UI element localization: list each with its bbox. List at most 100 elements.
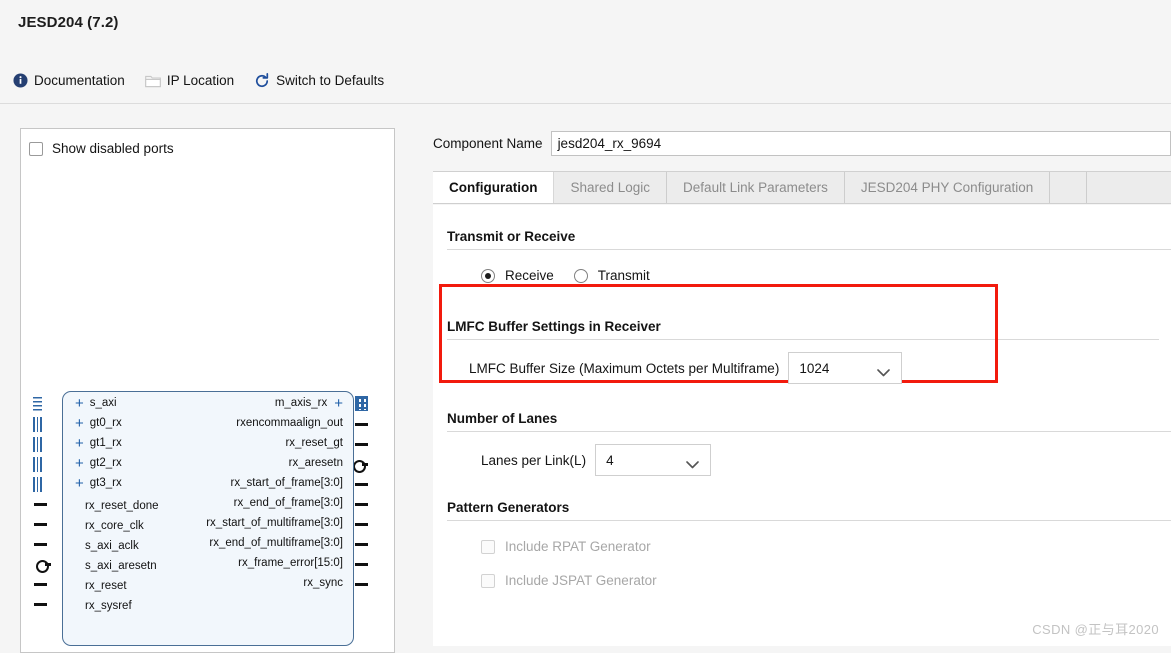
expand-plus-icon[interactable]: + — [75, 416, 84, 431]
port-s-axi[interactable]: + s_axi — [75, 393, 117, 413]
radio-receive[interactable] — [481, 268, 495, 283]
port-label: rx_sysref — [85, 600, 132, 612]
checkbox-box — [481, 539, 495, 554]
lanes-per-link-label: Lanes per Link(L) — [481, 452, 587, 468]
port-label: s_axi_aresetn — [85, 560, 157, 572]
transmit-or-receive-section: Transmit or Receive Receive Transmit — [433, 205, 1171, 283]
section-title-pattern-generators: Pattern Generators — [447, 500, 570, 515]
switch-to-defaults-button[interactable]: Switch to Defaults — [254, 72, 385, 89]
port-gt0-rx[interactable]: + gt0_rx — [75, 413, 122, 433]
port-label: gt1_rx — [89, 437, 122, 449]
pin-marker-rxencommaalign-out — [355, 423, 368, 426]
lanes-per-link-row: Lanes per Link(L) 4 — [433, 432, 1171, 476]
port-label: rx_reset — [85, 580, 127, 592]
section-title-lmfc: LMFC Buffer Settings in Receiver — [447, 319, 661, 334]
pin-marker-rx-end-of-multiframe — [355, 543, 368, 546]
app-header: JESD204 (7.2) — [0, 0, 1171, 58]
pin-marker-rx-reset-gt — [355, 443, 368, 446]
radio-transmit[interactable] — [573, 268, 588, 283]
radio-receive-label: Receive — [505, 268, 554, 283]
port-label: rx_start_of_multiframe[3:0] — [206, 517, 343, 529]
tab-jesd204-phy-configuration[interactable]: JESD204 PHY Configuration — [845, 172, 1051, 203]
pin-marker-s-axi-aresetn — [36, 558, 51, 573]
port-s-axi-aclk: s_axi_aclk — [85, 536, 139, 556]
section-title-number-of-lanes: Number of Lanes — [447, 411, 558, 426]
port-rx-end-of-multiframe: rx_end_of_multiframe[3:0] — [209, 533, 343, 553]
pin-marker-rx-start-of-frame — [355, 483, 368, 486]
port-rx-aresetn: rx_aresetn — [289, 453, 343, 473]
show-disabled-ports-label: Show disabled ports — [52, 141, 174, 156]
port-gt3-rx[interactable]: + gt3_rx — [75, 473, 122, 493]
number-of-lanes-section: Number of Lanes Lanes per Link(L) 4 — [433, 384, 1171, 476]
include-rpat-generator-label: Include RPAT Generator — [505, 539, 651, 554]
checkbox-box — [481, 573, 495, 588]
lmfc-buffer-section: LMFC Buffer Settings in Receiver LMFC Bu… — [433, 283, 1171, 384]
port-label: rxencommaalign_out — [236, 417, 343, 429]
port-label: rx_sync — [303, 577, 343, 589]
info-icon — [12, 73, 28, 89]
tab-configuration[interactable]: Configuration — [433, 172, 555, 203]
port-rxencommaalign-out: rxencommaalign_out — [236, 413, 343, 433]
configuration-panel: Component Name jesd204_rx_9694 Configura… — [415, 128, 1171, 646]
expand-plus-icon[interactable]: + — [334, 396, 343, 411]
include-jspat-generator-label: Include JSPAT Generator — [505, 573, 657, 588]
watermark: CSDN @正与耳2020 — [1032, 622, 1159, 637]
switch-to-defaults-label: Switch to Defaults — [276, 73, 385, 88]
include-jspat-generator-checkbox[interactable]: Include JSPAT Generator — [433, 554, 1171, 588]
tab-label: Shared Logic — [570, 180, 651, 195]
toolbar: Documentation IP Location Switch to Defa… — [0, 58, 1171, 104]
port-label: rx_core_clk — [85, 520, 144, 532]
pin-marker-rx-start-of-multiframe — [355, 523, 368, 526]
tab-label: Configuration — [449, 180, 538, 195]
show-disabled-ports-checkbox[interactable]: Show disabled ports — [21, 129, 394, 156]
port-gt1-rx[interactable]: + gt1_rx — [75, 433, 122, 453]
expand-plus-icon[interactable]: + — [75, 436, 84, 451]
checkbox-box — [29, 141, 43, 156]
include-rpat-generator-checkbox[interactable]: Include RPAT Generator — [433, 521, 1171, 554]
tab-overflow-spacer — [1050, 172, 1087, 203]
port-label: rx_start_of_frame[3:0] — [230, 477, 344, 489]
pin-marker-rx-end-of-frame — [355, 503, 368, 506]
tab-default-link-parameters[interactable]: Default Link Parameters — [667, 172, 845, 203]
lanes-per-link-value: 4 — [606, 452, 614, 468]
component-name-label: Component Name — [433, 135, 543, 151]
chevron-down-icon — [877, 365, 891, 380]
radio-transmit-label: Transmit — [597, 268, 650, 283]
documentation-button[interactable]: Documentation — [12, 73, 125, 89]
port-label: rx_aresetn — [288, 457, 343, 469]
port-label: m_axis_rx — [274, 397, 328, 409]
section-title-transmit-or-receive: Transmit or Receive — [447, 229, 576, 244]
port-label: gt0_rx — [89, 417, 122, 429]
tab-shared-logic[interactable]: Shared Logic — [554, 172, 668, 203]
port-rx-reset: rx_reset — [85, 576, 127, 596]
port-rx-core-clk: rx_core_clk — [85, 516, 144, 536]
port-gt2-rx[interactable]: + gt2_rx — [75, 453, 122, 473]
lmfc-buffer-size-dropdown[interactable]: 1024 — [788, 352, 903, 384]
lmfc-buffer-size-label: LMFC Buffer Size (Maximum Octets per Mul… — [469, 360, 780, 376]
pin-marker-rx-sync — [355, 583, 368, 586]
expand-plus-icon[interactable]: + — [75, 456, 84, 471]
component-name-row: Component Name jesd204_rx_9694 — [415, 128, 1171, 158]
content-area: Show disabled ports + s_axi + gt0_rx + g… — [0, 105, 1171, 653]
port-rx-sync: rx_sync — [303, 573, 343, 593]
pattern-generators-section: Pattern Generators Include RPAT Generato… — [433, 476, 1171, 588]
expand-plus-icon[interactable]: + — [75, 396, 84, 411]
tab-strip: Configuration Shared Logic Default Link … — [433, 171, 1171, 204]
port-m-axis-rx[interactable]: m_axis_rx + — [275, 393, 343, 413]
component-name-input[interactable]: jesd204_rx_9694 — [550, 130, 1171, 156]
port-label: rx_reset_done — [85, 500, 159, 512]
transmit-or-receive-options: Receive Transmit — [433, 250, 1171, 283]
ip-location-button[interactable]: IP Location — [144, 73, 234, 89]
port-label: rx_end_of_multiframe[3:0] — [209, 537, 343, 549]
pin-marker-rx-frame-error — [355, 563, 368, 566]
page-title: JESD204 (7.2) — [18, 14, 119, 31]
port-s-axi-aresetn: s_axi_aresetn — [85, 556, 157, 576]
tab-label: Default Link Parameters — [683, 180, 828, 195]
lmfc-buffer-size-value: 1024 — [799, 360, 830, 376]
pin-marker-s-axi — [33, 397, 42, 411]
port-label: rx_reset_gt — [285, 437, 343, 449]
port-rx-sysref: rx_sysref — [85, 596, 132, 616]
tab-label: JESD204 PHY Configuration — [860, 180, 1034, 195]
expand-plus-icon[interactable]: + — [75, 476, 84, 491]
lanes-per-link-dropdown[interactable]: 4 — [595, 444, 712, 476]
